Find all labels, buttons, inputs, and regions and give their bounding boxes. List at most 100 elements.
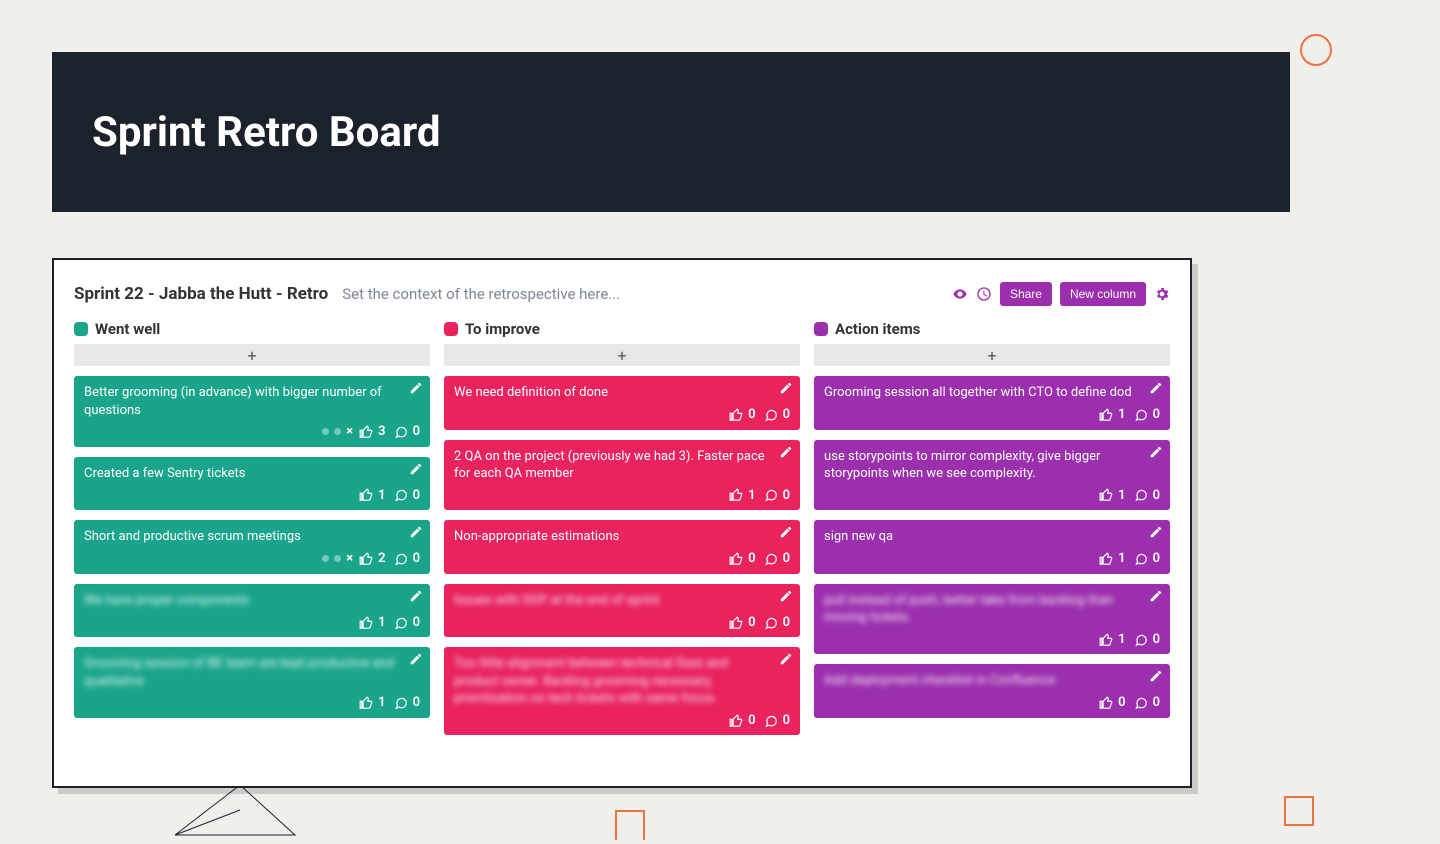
card-footer: 10 — [84, 694, 420, 712]
thumb-up-icon[interactable] — [359, 696, 373, 710]
comment-count: 0 — [783, 614, 790, 632]
retro-card[interactable]: We need definition of done 00 — [444, 376, 800, 430]
card-footer: 10 — [824, 406, 1160, 424]
card-footer: ×20 — [84, 550, 420, 568]
pencil-icon[interactable] — [409, 589, 423, 603]
new-column-button[interactable]: New column — [1060, 282, 1146, 306]
add-card-button[interactable]: + — [74, 344, 430, 366]
card-footer: 10 — [84, 614, 420, 632]
retro-card[interactable]: pull instead of push, better take from b… — [814, 584, 1170, 655]
retro-card[interactable]: Grooming session of BE team are kept pro… — [74, 647, 430, 718]
thumb-up-icon[interactable] — [359, 616, 373, 630]
thumb-up-icon[interactable] — [729, 616, 743, 630]
retro-card[interactable]: Too little alignment between technical f… — [444, 647, 800, 735]
retro-card[interactable]: Issues with SOP at the end of sprint00 — [444, 584, 800, 638]
share-button[interactable]: Share — [1000, 282, 1052, 306]
like-count: 1 — [1118, 406, 1125, 424]
thumb-up-icon[interactable] — [359, 425, 373, 439]
comment-count: 0 — [413, 614, 420, 632]
retro-card[interactable]: Grooming session all together with CTO t… — [814, 376, 1170, 430]
column-color-dot — [444, 322, 458, 336]
eye-icon[interactable] — [952, 286, 968, 302]
comment-icon[interactable] — [394, 425, 408, 439]
like-count: 1 — [378, 614, 385, 632]
like-count: 3 — [378, 423, 385, 441]
thumb-up-icon[interactable] — [1099, 696, 1113, 710]
card-text: Grooming session of BE team are kept pro… — [84, 655, 420, 690]
close-icon[interactable]: × — [346, 550, 353, 568]
pencil-icon[interactable] — [1149, 589, 1163, 603]
retro-card[interactable]: Add deployment checklist in Confluence00 — [814, 664, 1170, 718]
pencil-icon[interactable] — [409, 381, 423, 395]
retro-card[interactable]: sign new qa10 — [814, 520, 1170, 574]
retro-card[interactable]: Created a few Sentry tickets10 — [74, 457, 430, 511]
thumb-up-icon[interactable] — [359, 488, 373, 502]
retro-card[interactable]: Non-appropriate estimations00 — [444, 520, 800, 574]
thumb-up-icon[interactable] — [1099, 488, 1113, 502]
comment-icon[interactable] — [394, 488, 408, 502]
decor-square-cut — [615, 810, 645, 840]
retro-card[interactable]: We have proper components10 — [74, 584, 430, 638]
comment-icon[interactable] — [764, 488, 778, 502]
pencil-icon[interactable] — [1149, 381, 1163, 395]
close-icon[interactable]: × — [346, 423, 353, 441]
card-text: Add deployment checklist in Confluence — [824, 672, 1160, 690]
thumb-up-icon[interactable] — [729, 408, 743, 422]
card-text: Short and productive scrum meetings — [84, 528, 420, 546]
comment-icon[interactable] — [394, 696, 408, 710]
comment-icon[interactable] — [1134, 633, 1148, 647]
pencil-icon[interactable] — [779, 381, 793, 395]
comment-count: 0 — [783, 550, 790, 568]
thumb-up-icon[interactable] — [729, 714, 743, 728]
like-count: 1 — [1118, 487, 1125, 505]
comment-icon[interactable] — [394, 616, 408, 630]
comment-icon[interactable] — [1134, 408, 1148, 422]
comment-icon[interactable] — [764, 408, 778, 422]
pencil-icon[interactable] — [779, 525, 793, 539]
clock-icon[interactable] — [976, 286, 992, 302]
retro-card[interactable]: 2 QA on the project (previously we had 3… — [444, 440, 800, 511]
like-count: 0 — [748, 712, 755, 730]
comment-icon[interactable] — [764, 714, 778, 728]
like-count: 1 — [378, 487, 385, 505]
thumb-up-icon[interactable] — [729, 488, 743, 502]
retro-card[interactable]: use storypoints to mirror complexity, gi… — [814, 440, 1170, 511]
retro-card[interactable]: Better grooming (in advance) with bigger… — [74, 376, 430, 447]
card-text: We need definition of done — [454, 384, 790, 402]
pencil-icon[interactable] — [1149, 525, 1163, 539]
pencil-icon[interactable] — [1149, 669, 1163, 683]
column-header: Went well — [74, 320, 430, 338]
pencil-icon[interactable] — [409, 462, 423, 476]
comment-icon[interactable] — [1134, 488, 1148, 502]
pencil-icon[interactable] — [409, 525, 423, 539]
add-card-button[interactable]: + — [814, 344, 1170, 366]
gear-icon[interactable] — [1154, 286, 1170, 302]
column-went_well: Went well + Better grooming (in advance) w… — [74, 320, 430, 745]
add-card-button[interactable]: + — [444, 344, 800, 366]
comment-icon[interactable] — [764, 616, 778, 630]
thumb-up-icon[interactable] — [1099, 633, 1113, 647]
page-title: Sprint Retro Board — [92, 108, 441, 157]
comment-icon[interactable] — [394, 552, 408, 566]
pencil-icon[interactable] — [779, 589, 793, 603]
card-footer: 00 — [454, 406, 790, 424]
comment-icon[interactable] — [764, 552, 778, 566]
decor-square — [1284, 796, 1314, 826]
thumb-up-icon[interactable] — [729, 552, 743, 566]
pencil-icon[interactable] — [779, 445, 793, 459]
thumb-up-icon[interactable] — [359, 552, 373, 566]
retro-card[interactable]: Short and productive scrum meetings ×20 — [74, 520, 430, 574]
merge-dot — [334, 555, 341, 562]
pencil-icon[interactable] — [409, 652, 423, 666]
thumb-up-icon[interactable] — [1099, 552, 1113, 566]
board-context-input[interactable]: Set the context of the retrospective her… — [342, 285, 938, 303]
decor-circle — [1300, 34, 1332, 66]
column-title: Action items — [835, 320, 920, 338]
pencil-icon[interactable] — [1149, 445, 1163, 459]
comment-icon[interactable] — [1134, 696, 1148, 710]
pencil-icon[interactable] — [779, 652, 793, 666]
comment-count: 0 — [1153, 550, 1160, 568]
thumb-up-icon[interactable] — [1099, 408, 1113, 422]
comment-icon[interactable] — [1134, 552, 1148, 566]
comment-count: 0 — [413, 487, 420, 505]
